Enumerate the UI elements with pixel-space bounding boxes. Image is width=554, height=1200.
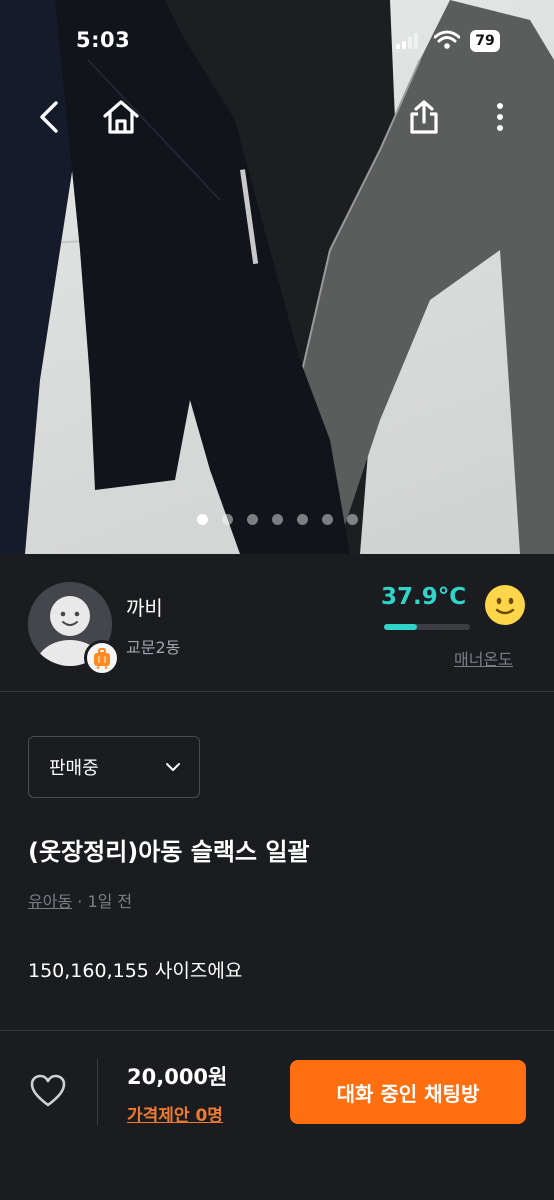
- battery-indicator: 79: [470, 30, 500, 52]
- product-title: (옷장정리)아동 슬랙스 일괄: [28, 838, 310, 866]
- product-description: 150,160,155 사이즈에요: [28, 960, 243, 982]
- heart-icon[interactable]: [28, 1071, 68, 1111]
- cellular-signal-icon: [396, 33, 418, 49]
- sale-status-value: 판매중: [49, 758, 99, 779]
- chevron-left-icon: [40, 101, 58, 133]
- pants-image: [0, 0, 554, 554]
- gallery-dot: [321, 514, 333, 525]
- suitcase-badge: [84, 640, 120, 676]
- smile-face-icon: [485, 585, 525, 625]
- temperature-bar: [384, 624, 470, 630]
- bottom-action-bar: 20,000원 가격제안 0명 대화 중인 채팅방: [0, 1030, 554, 1200]
- more-vertical-icon: [497, 103, 503, 131]
- gallery-dot: [246, 514, 258, 525]
- home-icon: [103, 100, 139, 134]
- gallery-dot: [296, 514, 308, 525]
- share-icon: [410, 100, 438, 134]
- chat-rooms-button[interactable]: 대화 중인 채팅방: [290, 1060, 526, 1124]
- gallery-dot: [221, 514, 233, 525]
- home-button[interactable]: [96, 92, 146, 142]
- manner-temperature: 37.9°C: [381, 584, 467, 610]
- wifi-icon: [434, 30, 460, 49]
- more-button[interactable]: [476, 92, 524, 142]
- posted-time: · 1일 전: [77, 892, 133, 911]
- suitcase-icon: [94, 648, 110, 669]
- sale-status-dropdown[interactable]: 판매중: [28, 736, 200, 798]
- divider: [97, 1059, 98, 1125]
- category-link[interactable]: 유아동: [28, 892, 72, 911]
- seller-name: 까비: [126, 596, 163, 620]
- gallery-dot: [271, 514, 283, 525]
- seller-profile[interactable]: 까비 교문2동 37.9°C 매너온도: [0, 554, 554, 692]
- gallery-page-indicator: [0, 514, 554, 525]
- manner-temperature-link[interactable]: 매너온도: [454, 646, 513, 670]
- chevron-down-icon: [166, 763, 180, 771]
- back-button[interactable]: [24, 92, 74, 142]
- temperature-bar-fill: [384, 624, 417, 630]
- status-time: 5:03: [76, 28, 131, 52]
- status-bar: 5:03 79: [0, 0, 554, 80]
- gallery-dot: [196, 514, 208, 525]
- product-meta: 유아동 · 1일 전: [28, 888, 132, 912]
- gallery-dot: [346, 514, 358, 525]
- price: 20,000원: [127, 1065, 228, 1089]
- product-photo[interactable]: 5:03 79: [0, 0, 554, 554]
- seller-location: 교문2동: [126, 638, 181, 657]
- price-offer-link[interactable]: 가격제안 0명: [127, 1101, 223, 1126]
- share-button[interactable]: [399, 92, 449, 142]
